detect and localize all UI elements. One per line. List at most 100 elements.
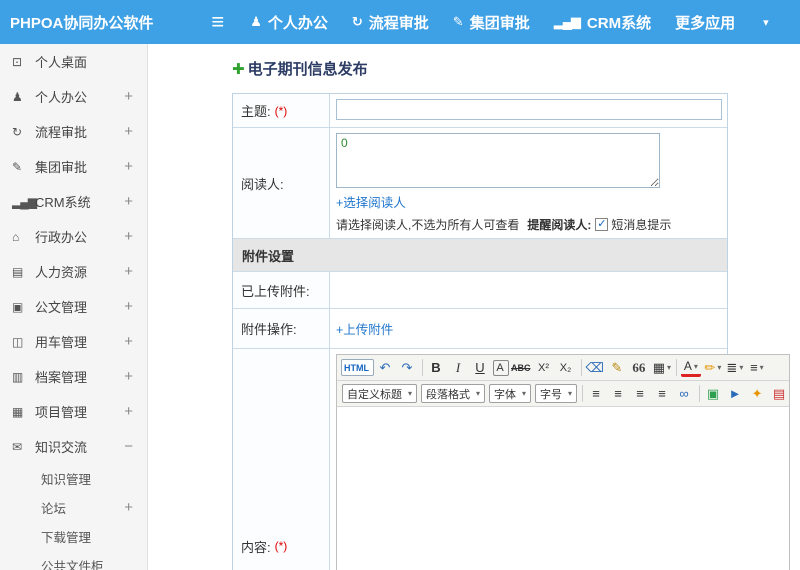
app-logo[interactable]: PHPOA协同办公软件 xyxy=(0,12,153,33)
readers-textarea[interactable]: 0 xyxy=(336,133,660,188)
dropdown-caret-icon: ▾ xyxy=(408,389,413,398)
sidebar-subitem-download-mgmt[interactable]: 下载管理 xyxy=(0,522,147,551)
superscript-button[interactable]: X² xyxy=(535,357,555,378)
sidebar-item-label: 人力资源 xyxy=(35,265,88,280)
toolbar-button-glyph: ↶ xyxy=(379,359,391,375)
sidebar-item-group-approval[interactable]: ✎ 集团审批 + xyxy=(0,149,147,184)
sidebar-item-admin-office[interactable]: ⌂ 行政办公 + xyxy=(0,219,147,254)
align-left-button[interactable]: ≡ xyxy=(587,383,607,404)
subject-field-cell xyxy=(330,94,728,127)
align-center-button[interactable]: ≡ xyxy=(609,383,629,404)
expand-toggle-icon[interactable]: + xyxy=(124,193,133,210)
sidebar-item-knowledge-exchange[interactable]: ✉ 知识交流 − xyxy=(0,429,147,464)
ordered-list-button[interactable]: ≣ ▾ xyxy=(725,357,745,378)
remove-format-button[interactable]: ⌫ xyxy=(586,357,606,378)
redo-button[interactable]: ↷ xyxy=(398,357,418,378)
sidebar-subitem-public-cabinet[interactable]: 公共文件柜 xyxy=(0,551,147,570)
insert-media-button[interactable]: ► xyxy=(726,383,746,404)
hamburger-menu-icon[interactable]: ≡ xyxy=(211,11,224,33)
blockquote-button[interactable]: 66 xyxy=(630,357,650,378)
heading-select[interactable]: 自定义标题 ▾ xyxy=(342,384,418,403)
font-select[interactable]: 字体 ▾ xyxy=(489,384,532,403)
nav-label: CRM系统 xyxy=(586,14,652,32)
expand-toggle-icon[interactable]: + xyxy=(124,333,133,350)
sidebar-item-document-mgmt[interactable]: ▣ 公文管理 + xyxy=(0,289,147,324)
insert-file-button[interactable]: ▤ xyxy=(770,383,789,404)
align-justify-button[interactable]: ≡ xyxy=(653,383,673,404)
expand-toggle-icon[interactable]: + xyxy=(124,298,133,315)
insert-image-button[interactable]: ▣ xyxy=(704,383,724,404)
sidebar-subitem-label: 知识管理 xyxy=(41,473,92,487)
sidebar-item-vehicle-mgmt[interactable]: ◫ 用车管理 + xyxy=(0,324,147,359)
toolbar-button-glyph: ✎ xyxy=(611,359,623,375)
pencil-icon: ✎ xyxy=(452,14,464,29)
expand-toggle-icon[interactable]: + xyxy=(124,88,133,105)
undo-button[interactable]: ↶ xyxy=(376,357,396,378)
nav-label: 更多应用 xyxy=(675,14,736,32)
expand-toggle-icon[interactable]: + xyxy=(124,228,133,245)
nav-label: 集团审批 xyxy=(469,14,530,32)
unordered-list-button[interactable]: ≡ ▾ xyxy=(747,357,767,378)
dropdown-caret-icon: ▾ xyxy=(693,361,698,371)
align-right-button[interactable]: ≡ xyxy=(631,383,651,404)
sidebar-subitem-knowledge-mgmt[interactable]: 知识管理 xyxy=(0,464,147,493)
upload-attachment-link[interactable]: +上传附件 xyxy=(336,319,393,338)
italic-button[interactable]: I xyxy=(449,357,469,378)
bold-button[interactable]: B xyxy=(427,357,447,378)
highlight-color-button[interactable]: ✏ ▾ xyxy=(703,357,723,378)
expand-toggle-icon[interactable]: + xyxy=(124,158,133,175)
font-color-button[interactable]: A ▾ xyxy=(680,359,701,377)
expand-toggle-icon[interactable]: + xyxy=(124,368,133,385)
content-field-cell: HTML ↶ ↷ B I U A ABC X² X₂ ⌫ ✎ 66 ▦ ▾ A … xyxy=(330,349,796,570)
nav-group-approval[interactable]: ✎ 集团审批 xyxy=(453,12,530,33)
sidebar-item-label: CRM系统 xyxy=(35,195,91,210)
select-readers-link[interactable]: +选择阅读人 xyxy=(336,196,406,210)
editor-toolbar-row1: HTML ↶ ↷ B I U A ABC X² X₂ ⌫ ✎ 66 ▦ ▾ A … xyxy=(337,355,789,381)
insert-flash-button[interactable]: ✦ xyxy=(748,383,768,404)
sidebar-item-label: 公文管理 xyxy=(35,300,88,315)
subject-input[interactable] xyxy=(336,99,722,120)
strikethrough-button[interactable]: ABC xyxy=(511,357,533,378)
insert-table-button[interactable]: ▦ ▾ xyxy=(652,357,672,378)
remind-readers-label: 提醒阅读人: xyxy=(527,218,592,232)
toolbar-button-glyph: ▦ xyxy=(652,359,666,375)
nav-personal-office[interactable]: ♟ 个人办公 xyxy=(250,12,328,33)
sidebar-item-personal-office[interactable]: ♟ 个人办公 + xyxy=(0,79,147,114)
expand-toggle-icon[interactable]: + xyxy=(124,499,133,516)
nav-more-apps[interactable]: 更多应用 xyxy=(675,12,735,33)
toolbar-button-glyph: I xyxy=(455,359,461,375)
sidebar-item-crm-system[interactable]: ▂▄▆ CRM系统 + xyxy=(0,184,147,219)
fontsize-select[interactable]: 字号 ▾ xyxy=(535,384,578,403)
readers-hint: 请选择阅读人,不选为所有人可查看 xyxy=(336,218,520,232)
uploaded-attachments-field xyxy=(330,272,727,308)
expand-toggle-icon[interactable]: + xyxy=(124,403,133,420)
sidebar-item-human-resources[interactable]: ▤ 人力资源 + xyxy=(0,254,147,289)
subscript-button[interactable]: X₂ xyxy=(557,357,577,378)
pencil-icon: ✎ xyxy=(12,159,22,174)
page-title: 电子期刊信息发布 xyxy=(247,61,368,78)
expand-toggle-icon[interactable]: + xyxy=(124,263,133,280)
source-code-button[interactable]: HTML xyxy=(341,359,374,376)
format-painter-button[interactable]: ✎ xyxy=(608,357,628,378)
underline-button[interactable]: U xyxy=(471,357,491,378)
expand-toggle-icon[interactable]: + xyxy=(124,123,133,140)
paragraph-select[interactable]: 段落格式 ▾ xyxy=(421,384,486,403)
attachments-section-title: 附件设置 xyxy=(242,248,295,264)
chevron-down-icon[interactable]: ▾ xyxy=(763,16,769,29)
nav-crm-system[interactable]: ▂▄▆ CRM系统 xyxy=(554,12,651,33)
sidebar-item-project-mgmt[interactable]: ▦ 项目管理 + xyxy=(0,394,147,429)
sms-reminder-checkbox[interactable]: ✓ xyxy=(595,218,609,231)
expand-toggle-icon[interactable]: − xyxy=(124,438,133,455)
insert-link-button[interactable]: ∞ xyxy=(675,383,695,404)
page-title-row: ✚ 电子期刊信息发布 xyxy=(232,58,800,79)
sidebar-item-archive-mgmt[interactable]: ▥ 档案管理 + xyxy=(0,359,147,394)
font-style-button[interactable]: A xyxy=(493,359,509,376)
sidebar-item-workflow-approval[interactable]: ↻ 流程审批 + xyxy=(0,114,147,149)
content-label: 内容: xyxy=(241,539,271,555)
sidebar-item-personal-desktop[interactable]: ⊡ 个人桌面 xyxy=(0,44,147,79)
toolbar-button-glyph: ≡ xyxy=(750,360,758,375)
editor-content-area[interactable] xyxy=(337,407,789,570)
folder-icon: ▣ xyxy=(12,299,23,314)
nav-workflow-approval[interactable]: ↻ 流程审批 xyxy=(352,12,429,33)
sidebar-subitem-forum[interactable]: 论坛 + xyxy=(0,493,147,522)
